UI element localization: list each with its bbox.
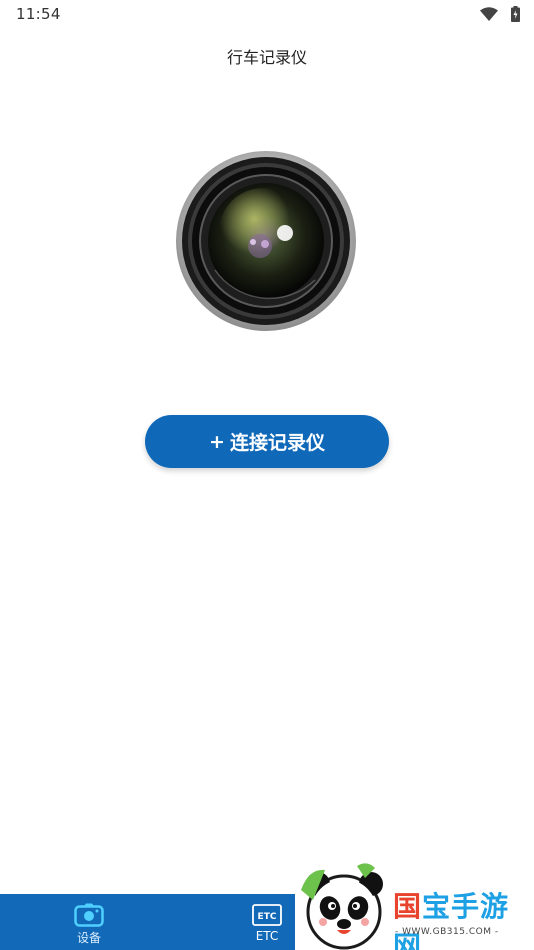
svg-text:ETC: ETC: [258, 912, 277, 922]
etc-card-icon: ETC: [252, 904, 282, 926]
camera-icon: [74, 903, 104, 927]
status-bar: 11:54: [0, 0, 534, 28]
watermark-brand: 国宝手游网: [393, 890, 510, 950]
camera-lens-icon: [176, 151, 356, 331]
wifi-icon: [480, 7, 498, 21]
connect-recorder-label: 连接记录仪: [229, 432, 325, 454]
tab-device-label: 设备: [76, 931, 101, 945]
status-time: 11:54: [16, 5, 61, 23]
tab-device[interactable]: 设备: [44, 894, 134, 950]
battery-icon: [511, 6, 520, 22]
watermark-url: - WWW.GB315.COM -: [395, 927, 499, 937]
panda-logo: [301, 863, 383, 950]
connect-recorder-button[interactable]: + 连接记录仪: [145, 415, 389, 468]
watermark: 国宝手游网 - WWW.GB315.COM -: [295, 860, 534, 950]
plus-icon: +: [209, 430, 225, 453]
page-title: 行车记录仪: [226, 48, 307, 67]
status-icons: [480, 6, 520, 22]
